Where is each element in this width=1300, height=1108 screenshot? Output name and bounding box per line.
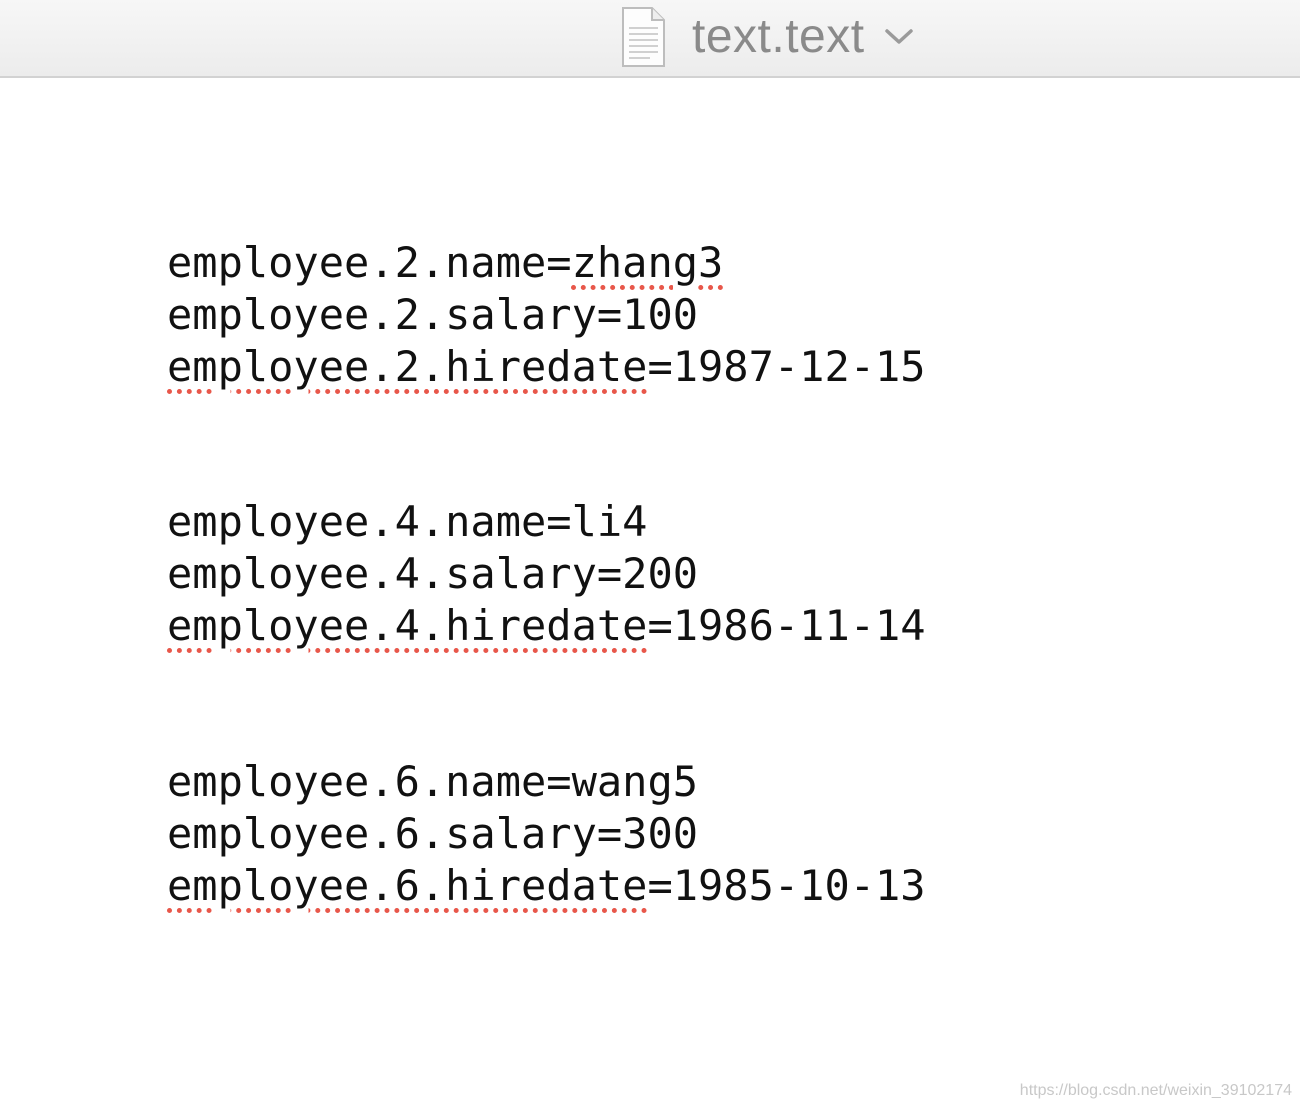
line-key: employee.6.hiredate [167, 861, 648, 910]
text-editor[interactable]: employee.2.name=zhang3 employee.2.salary… [0, 78, 1300, 1108]
line-key: employee.4.name [167, 497, 547, 546]
line-separator: = [596, 549, 623, 598]
line-value: 1987-12-15 [672, 342, 926, 391]
text-block: employee.6.name=wang5 employee.6.salary=… [167, 756, 926, 912]
line-separator: = [546, 497, 572, 546]
window-title: text.text [692, 10, 865, 63]
line-separator: = [647, 342, 673, 391]
line-value: 200 [622, 549, 699, 598]
text-line[interactable]: employee.2.hiredate=1987-12-15 [167, 341, 926, 393]
line-separator: = [647, 601, 673, 650]
line-value: li4 [571, 497, 648, 546]
text-line[interactable]: employee.6.name=wang5 [167, 756, 926, 808]
text-line[interactable]: employee.4.salary=200 [167, 548, 926, 600]
text-block: employee.4.name=li4 employee.4.salary=20… [167, 496, 926, 652]
line-separator: = [596, 809, 623, 858]
text-line[interactable]: employee.6.hiredate=1985-10-13 [167, 860, 926, 912]
text-line[interactable]: employee.2.salary=100 [167, 289, 926, 341]
document-icon [622, 7, 665, 67]
text-line[interactable]: employee.4.name=li4 [167, 496, 926, 548]
line-value: zhang3 [571, 238, 724, 287]
line-separator: = [546, 238, 572, 287]
line-value: 1986-11-14 [672, 601, 926, 650]
watermark: https://blog.csdn.net/weixin_39102174 [1019, 1082, 1292, 1099]
line-key: employee.6.salary [167, 809, 597, 858]
line-value: 300 [622, 809, 699, 858]
line-key: employee.2.salary [167, 290, 597, 339]
window-titlebar: text.text [0, 0, 1300, 78]
line-separator: = [596, 290, 623, 339]
text-block: employee.2.name=zhang3 employee.2.salary… [167, 237, 926, 393]
line-key: employee.2.hiredate [167, 342, 648, 391]
chevron-down-icon[interactable] [883, 27, 915, 47]
line-separator: = [546, 757, 572, 806]
line-key: employee.4.hiredate [167, 601, 648, 650]
line-value: wang5 [571, 757, 699, 806]
line-key: employee.4.salary [167, 549, 597, 598]
line-separator: = [647, 861, 673, 910]
line-key: employee.6.name [167, 757, 547, 806]
text-line[interactable]: employee.2.name=zhang3 [167, 237, 926, 289]
line-key: employee.2.name [167, 238, 547, 287]
line-value: 100 [622, 290, 699, 339]
text-line[interactable]: employee.4.hiredate=1986-11-14 [167, 600, 926, 652]
line-value: 1985-10-13 [672, 861, 926, 910]
title-group[interactable]: text.text [620, 4, 915, 70]
text-line[interactable]: employee.6.salary=300 [167, 808, 926, 860]
